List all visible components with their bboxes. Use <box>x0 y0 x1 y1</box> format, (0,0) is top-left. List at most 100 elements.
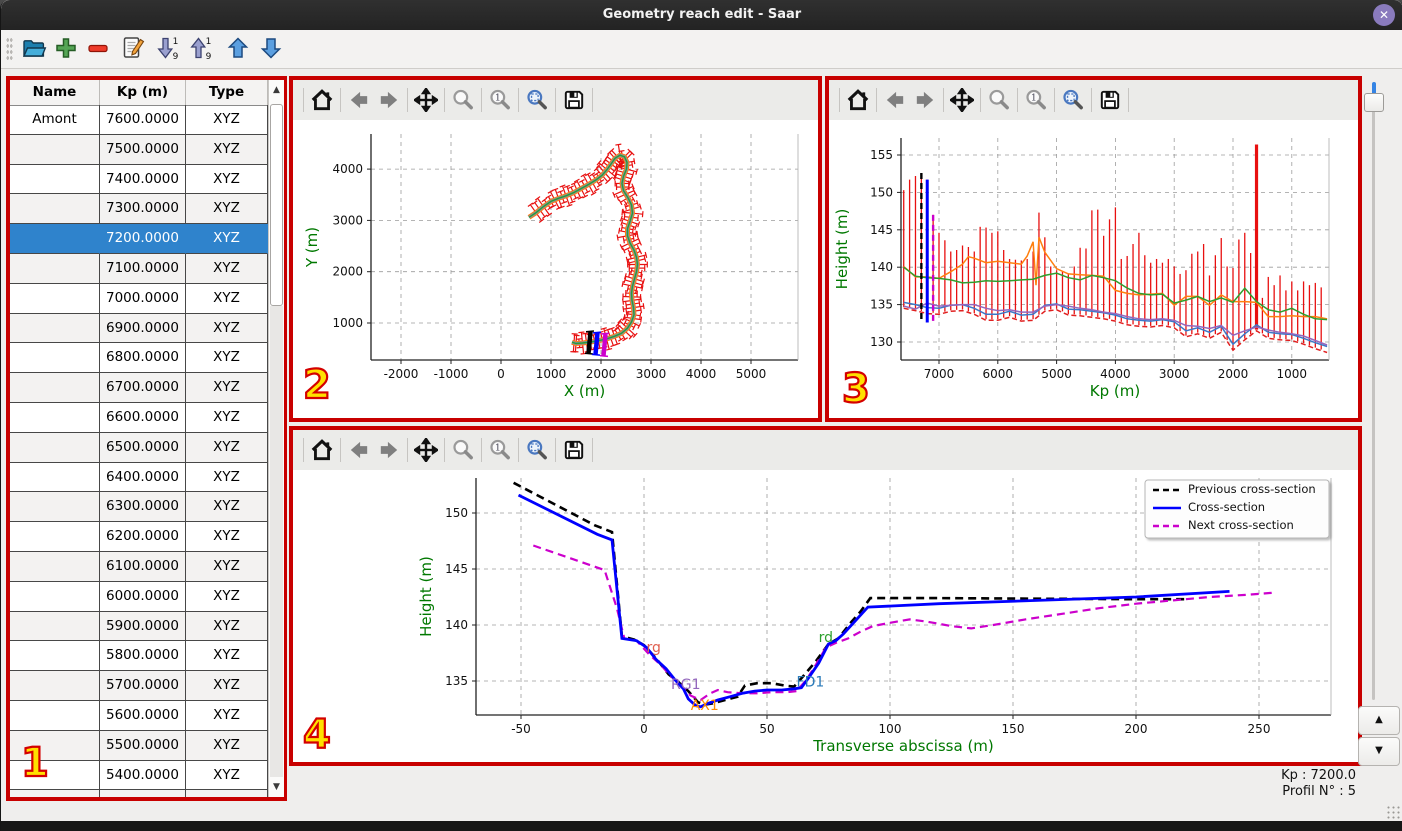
plan-zoom-icon[interactable] <box>448 86 478 114</box>
table-row[interactable]: 5900.0000 XYZ <box>10 611 268 642</box>
section-back-icon[interactable] <box>344 436 374 464</box>
kp-slider-handle[interactable] <box>1364 93 1384 112</box>
scrollbar-trough[interactable] <box>270 306 283 777</box>
table-row[interactable]: 6700.0000 XYZ <box>10 373 268 403</box>
table-row[interactable]: 6400.0000 XYZ <box>10 462 268 493</box>
table-row[interactable]: 7000.0000 XYZ <box>10 283 268 314</box>
profile-up-button[interactable]: ▲ <box>1358 706 1400 735</box>
plan-save-icon[interactable] <box>559 86 589 114</box>
section-home-icon[interactable] <box>307 436 337 464</box>
svg-text:-1000: -1000 <box>434 367 469 381</box>
profile-save-icon[interactable] <box>1095 86 1125 114</box>
remove-profile-button[interactable] <box>83 34 113 64</box>
column-header-name[interactable]: Name <box>10 80 100 105</box>
open-geometry-button[interactable] <box>19 34 49 64</box>
cell-kp: 7100.0000 <box>100 253 186 284</box>
cell-name <box>10 700 100 731</box>
table-row[interactable]: 5800.0000 XYZ <box>10 641 268 672</box>
resize-grip[interactable] <box>1386 805 1400 819</box>
plan-view-panel: 1 -2000 -1000 0 1000 2000 3000 4000 5000 1000 200… <box>289 76 822 422</box>
cell-kp: 6600.0000 <box>100 402 186 433</box>
svg-text:4000: 4000 <box>1100 367 1131 381</box>
title-bar[interactable]: Geometry reach edit - Saar ✕ <box>1 0 1402 30</box>
cell-type: XYZ <box>186 253 268 284</box>
cell-name <box>10 641 100 672</box>
table-row[interactable]: 6500.0000 XYZ <box>10 432 268 463</box>
panel-number-2: 2 <box>302 361 332 409</box>
sort-ascending-button[interactable]: 19 <box>186 34 216 64</box>
profile-xlabel: Kp (m) <box>1090 382 1140 400</box>
table-row[interactable]: 6000.0000 XYZ <box>10 581 268 612</box>
cell-kp: 7300.0000 <box>100 194 186 225</box>
table-row[interactable]: 7100.0000 XYZ <box>10 253 268 284</box>
move-up-button[interactable] <box>223 34 253 64</box>
plan-pan-icon[interactable] <box>411 86 441 114</box>
svg-text:-2000: -2000 <box>384 367 419 381</box>
plan-forward-icon[interactable] <box>374 86 404 114</box>
cell-name <box>10 522 100 552</box>
plan-back-icon[interactable] <box>344 86 374 114</box>
svg-text:150: 150 <box>445 506 468 520</box>
window-title: Geometry reach edit - Saar <box>602 7 802 22</box>
toolbar-separator <box>407 438 408 462</box>
table-row[interactable]: 7400.0000 XYZ <box>10 164 268 195</box>
section-zoom-icon[interactable] <box>448 436 478 464</box>
table-scrollbar[interactable]: ▲ ▼ <box>268 80 284 797</box>
move-down-button[interactable] <box>256 34 286 64</box>
table-row-partial[interactable] <box>10 790 268 797</box>
section-forward-icon[interactable] <box>374 436 404 464</box>
svg-text:50: 50 <box>759 722 774 736</box>
profile-back-icon[interactable] <box>880 86 910 114</box>
plan-zoom-one-icon[interactable]: 1 <box>485 86 515 114</box>
profile-down-button[interactable]: ▼ <box>1358 737 1400 766</box>
cell-kp: 7200.0000 <box>100 224 186 254</box>
add-profile-button[interactable] <box>51 34 81 64</box>
edit-profile-button[interactable] <box>118 34 148 64</box>
toolbar-drag-handle[interactable] <box>6 37 13 61</box>
sort-descending-button[interactable]: 19 <box>153 34 183 64</box>
table-row[interactable]: 6800.0000 XYZ <box>10 343 268 374</box>
profile-zoom-icon[interactable] <box>984 86 1014 114</box>
table-row[interactable]: 6200.0000 XYZ <box>10 522 268 552</box>
svg-text:150: 150 <box>1002 722 1025 736</box>
cell-type: XYZ <box>186 611 268 642</box>
table-row[interactable]: 7200.0000 XYZ <box>10 224 268 254</box>
column-header-type[interactable]: Type <box>186 80 268 105</box>
cross-section-chart[interactable]: -50 0 50 100 150 200 250 135 140 145 150 Transverse… <box>293 470 1358 762</box>
profile-section-lines <box>903 144 1322 350</box>
plan-home-icon[interactable] <box>307 86 337 114</box>
table-row[interactable]: Amont 7600.0000 XYZ <box>10 105 268 135</box>
kp-slider-track[interactable] <box>1372 96 1375 700</box>
section-zoom-region-icon[interactable] <box>522 436 552 464</box>
long-profile-chart[interactable]: 7000 6000 5000 4000 3000 2000 1000 130 135 140 145… <box>829 120 1358 418</box>
cell-type: XYZ <box>186 283 268 314</box>
profile-forward-icon[interactable] <box>910 86 940 114</box>
profile-zoom-one-icon[interactable]: 1 <box>1021 86 1051 114</box>
scrollbar-thumb[interactable] <box>270 104 283 306</box>
section-zoom-one-icon[interactable]: 1 <box>485 436 515 464</box>
table-row[interactable]: 5600.0000 XYZ <box>10 700 268 731</box>
table-row[interactable]: 5700.0000 XYZ <box>10 671 268 701</box>
toolbar-separator <box>876 88 877 112</box>
section-save-icon[interactable] <box>559 436 589 464</box>
table-row[interactable]: 6300.0000 XYZ <box>10 492 268 523</box>
plan-view-chart[interactable]: -2000 -1000 0 1000 2000 3000 4000 5000 1000 2000 3… <box>293 120 818 418</box>
close-icon[interactable]: ✕ <box>1373 4 1395 26</box>
svg-text:0: 0 <box>497 367 505 381</box>
cell-kp: 5900.0000 <box>100 611 186 642</box>
svg-text:4000: 4000 <box>332 162 363 176</box>
table-row[interactable]: 7300.0000 XYZ <box>10 194 268 225</box>
profile-zoom-region-icon[interactable] <box>1058 86 1088 114</box>
plan-zoom-region-icon[interactable] <box>522 86 552 114</box>
table-row[interactable]: 6900.0000 XYZ <box>10 313 268 344</box>
column-header-kp[interactable]: Kp (m) <box>100 80 186 105</box>
scrollbar-down-icon[interactable]: ▼ <box>269 777 284 797</box>
table-row[interactable]: 6600.0000 XYZ <box>10 402 268 433</box>
profile-pan-icon[interactable] <box>947 86 977 114</box>
scrollbar-up-icon[interactable]: ▲ <box>269 80 284 100</box>
table-row[interactable]: 6100.0000 XYZ <box>10 551 268 582</box>
table-row[interactable]: 7500.0000 XYZ <box>10 134 268 165</box>
section-pan-icon[interactable] <box>411 436 441 464</box>
profile-home-icon[interactable] <box>843 86 873 114</box>
svg-text:9: 9 <box>173 52 179 61</box>
